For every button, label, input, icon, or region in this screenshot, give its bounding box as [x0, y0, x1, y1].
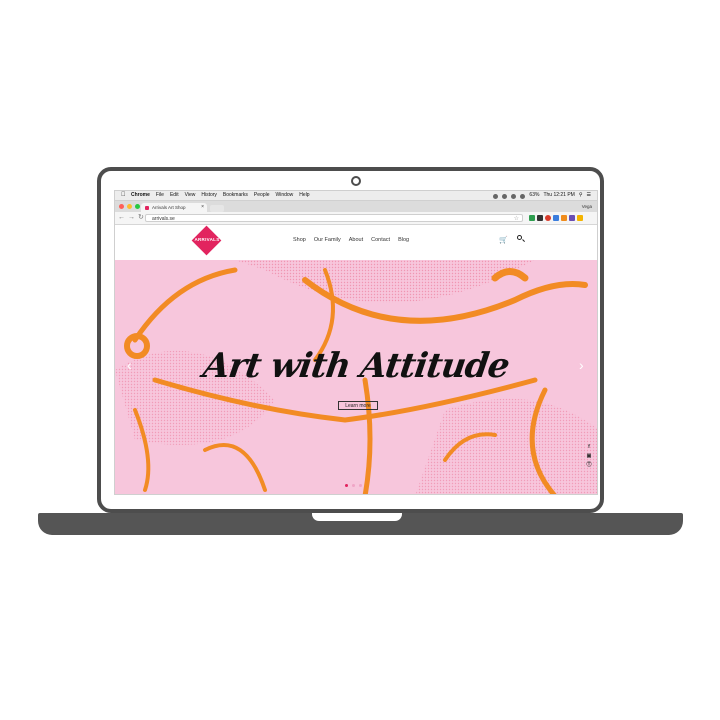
website: ARRIVALS Shop Our Family About Contact B… [115, 225, 597, 494]
social-links: f ▣ Ⓣ [586, 444, 592, 468]
spotlight-icon[interactable]: ⚲ [579, 191, 583, 200]
extension-icon[interactable] [529, 215, 535, 221]
window-controls [119, 204, 140, 209]
slide-dot[interactable] [345, 484, 348, 487]
pinterest-icon[interactable]: Ⓣ [586, 462, 592, 468]
menubar-status: 63% Thu 12:21 PM ⚲ ☰ [493, 191, 591, 200]
mac-menubar:  Chrome File Edit View History Bookmark… [115, 191, 597, 201]
prev-slide-icon[interactable]: ‹ [127, 357, 132, 373]
forward-icon[interactable]: → [128, 213, 135, 223]
browser-toolbar: ← → ↻ arrivals.se ☆ [115, 212, 597, 225]
nav-contact[interactable]: Contact [371, 237, 390, 243]
clock[interactable]: Thu 12:21 PM [543, 191, 574, 200]
extension-icon[interactable] [553, 215, 559, 221]
volume-icon[interactable] [520, 194, 526, 199]
menu-view[interactable]: View [185, 191, 196, 200]
laptop-screen:  Chrome File Edit View History Bookmark… [114, 190, 598, 495]
extension-icon[interactable] [577, 215, 583, 221]
extension-icon[interactable] [569, 215, 575, 221]
menu-chrome[interactable]: Chrome [131, 191, 150, 200]
minimize-window-button[interactable] [127, 204, 132, 209]
profile-name[interactable]: Vega [582, 201, 592, 212]
slide-dots [345, 484, 362, 487]
search-icon[interactable] [517, 235, 522, 240]
browser-tab[interactable]: Arrivals Art Shop × [141, 203, 207, 212]
extensions [529, 215, 583, 221]
browser-tabstrip: Arrivals Art Shop × Vega [115, 201, 597, 212]
new-tab-button[interactable] [210, 205, 224, 212]
favicon-icon [145, 205, 149, 210]
slide-dot[interactable] [352, 484, 355, 487]
back-icon[interactable]: ← [118, 213, 125, 223]
hero-title: Art with Attitude [200, 346, 512, 386]
close-window-button[interactable] [119, 204, 124, 209]
menu-help[interactable]: Help [299, 191, 309, 200]
extension-icon[interactable] [561, 215, 567, 221]
battery-level[interactable]: 63% [529, 191, 539, 200]
nav-buttons: ← → ↻ [118, 213, 144, 223]
menu-file[interactable]: File [156, 191, 164, 200]
site-header: ARRIVALS Shop Our Family About Contact B… [115, 225, 597, 260]
logo-text: ARRIVALS [194, 237, 220, 242]
learn-more-button[interactable]: Learn more [338, 401, 378, 410]
reload-icon[interactable]: ↻ [138, 213, 144, 223]
extension-icon[interactable] [537, 215, 543, 221]
menu-window[interactable]: Window [276, 191, 294, 200]
menu-bookmarks[interactable]: Bookmarks [223, 191, 248, 200]
instagram-icon[interactable]: ▣ [586, 453, 592, 459]
status-icon[interactable] [502, 194, 508, 199]
site-nav: Shop Our Family About Contact Blog [293, 237, 409, 243]
next-slide-icon[interactable]: › [579, 357, 584, 373]
site-logo[interactable]: ARRIVALS [188, 225, 226, 256]
extension-icon[interactable] [545, 215, 551, 221]
facebook-icon[interactable]: f [586, 444, 592, 450]
wifi-icon[interactable] [511, 194, 517, 199]
slide-dot[interactable] [359, 484, 362, 487]
nav-blog[interactable]: Blog [398, 237, 409, 243]
tab-title: Arrivals Art Shop [152, 205, 186, 210]
zoom-window-button[interactable] [135, 204, 140, 209]
address-bar[interactable]: arrivals.se ☆ [145, 214, 523, 222]
laptop-notch [312, 513, 402, 521]
nav-our-family[interactable]: Our Family [314, 237, 341, 243]
cart-icon[interactable]: 🛒 [499, 236, 508, 244]
close-icon[interactable]: × [201, 203, 204, 212]
menubar-menus: Chrome File Edit View History Bookmarks … [131, 191, 310, 200]
bookmark-star-icon[interactable]: ☆ [514, 215, 519, 223]
apple-icon[interactable]:  [121, 191, 126, 200]
list-icon[interactable]: ☰ [587, 191, 591, 200]
nav-about[interactable]: About [349, 237, 363, 243]
nav-shop[interactable]: Shop [293, 237, 306, 243]
menu-edit[interactable]: Edit [170, 191, 179, 200]
status-icon[interactable] [493, 194, 499, 199]
webcam-icon [351, 176, 361, 186]
hero-banner: Art with Attitude Learn more ‹ › f ▣ Ⓣ [115, 260, 597, 494]
menu-people[interactable]: People [254, 191, 270, 200]
menu-history[interactable]: History [201, 191, 217, 200]
url-text: arrivals.se [152, 216, 175, 222]
